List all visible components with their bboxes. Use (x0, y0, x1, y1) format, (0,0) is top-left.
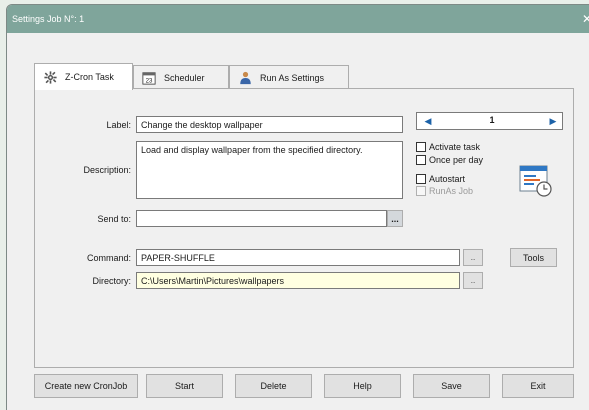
description-caption: Description: (83, 165, 131, 175)
tools-button[interactable]: Tools (510, 248, 557, 267)
close-icon[interactable]: ✕ (582, 12, 589, 26)
svg-text:23: 23 (146, 77, 153, 84)
checkbox-label: Autostart (429, 174, 466, 184)
sendto-caption: Send to: (97, 214, 131, 224)
schedule-clock-icon (518, 163, 554, 199)
tab-panel-z-cron-task: Label: Change the desktop wallpaper ◀ 1 … (34, 88, 574, 368)
button-bar: Create new CronJob Start Delete Help Sav… (34, 374, 589, 400)
checkbox-box[interactable] (416, 174, 426, 184)
sendto-browse-button[interactable]: ... (387, 210, 403, 227)
checkbox-label: RunAs Job (429, 186, 474, 196)
previous-arrow-icon[interactable]: ◀ (419, 113, 437, 129)
tab-z-cron-task[interactable]: Z-Cron Task (34, 63, 133, 90)
description-field[interactable]: Load and display wallpaper from the spec… (136, 141, 403, 199)
sendto-field[interactable] (136, 210, 387, 227)
autostart-checkbox[interactable]: Autostart (416, 174, 465, 184)
tab-label: Z-Cron Task (65, 72, 114, 82)
tab-label: Run As Settings (260, 73, 325, 83)
start-button[interactable]: Start (146, 374, 223, 398)
help-button[interactable]: Help (324, 374, 401, 398)
command-field[interactable]: PAPER-SHUFFLE (136, 249, 460, 266)
checkbox-box[interactable] (416, 142, 426, 152)
label-field[interactable]: Change the desktop wallpaper (136, 116, 403, 133)
exit-button[interactable]: Exit (502, 374, 574, 398)
tab-label: Scheduler (164, 73, 205, 83)
checkbox-box[interactable] (416, 155, 426, 165)
settings-window: Settings Job N°: 1 ✕ Z-Cron Task 23 Sche… (6, 4, 589, 410)
window-title: Settings Job N°: 1 (12, 14, 85, 24)
directory-browse-button[interactable]: .. (463, 272, 483, 289)
next-arrow-icon[interactable]: ▶ (544, 113, 562, 129)
job-number-value: 1 (489, 115, 495, 125)
delete-button[interactable]: Delete (235, 374, 312, 398)
runas-job-checkbox: RunAs Job (416, 186, 473, 196)
tab-scheduler[interactable]: 23 Scheduler (133, 65, 229, 90)
title-bar[interactable]: Settings Job N°: 1 ✕ (7, 5, 589, 33)
user-icon (238, 71, 252, 85)
command-browse-button[interactable]: .. (463, 249, 483, 266)
save-button[interactable]: Save (413, 374, 490, 398)
create-cronjob-button[interactable]: Create new CronJob (34, 374, 138, 398)
command-caption: Command: (86, 253, 131, 263)
once-per-day-checkbox[interactable]: Once per day (416, 155, 483, 165)
directory-caption: Directory: (92, 276, 131, 286)
tab-run-as-settings[interactable]: Run As Settings (229, 65, 349, 90)
checkbox-label: Once per day (429, 155, 484, 165)
job-number-spinner[interactable]: ◀ 1 ▶ (416, 112, 563, 130)
activate-task-checkbox[interactable]: Activate task (416, 142, 480, 152)
calendar-icon: 23 (142, 71, 156, 85)
directory-field[interactable]: C:\Users\Martin\Pictures\wallpapers (136, 272, 460, 289)
label-caption: Label: (106, 120, 131, 130)
checkbox-label: Activate task (429, 142, 481, 152)
gear-icon (43, 70, 57, 84)
checkbox-box (416, 186, 426, 196)
